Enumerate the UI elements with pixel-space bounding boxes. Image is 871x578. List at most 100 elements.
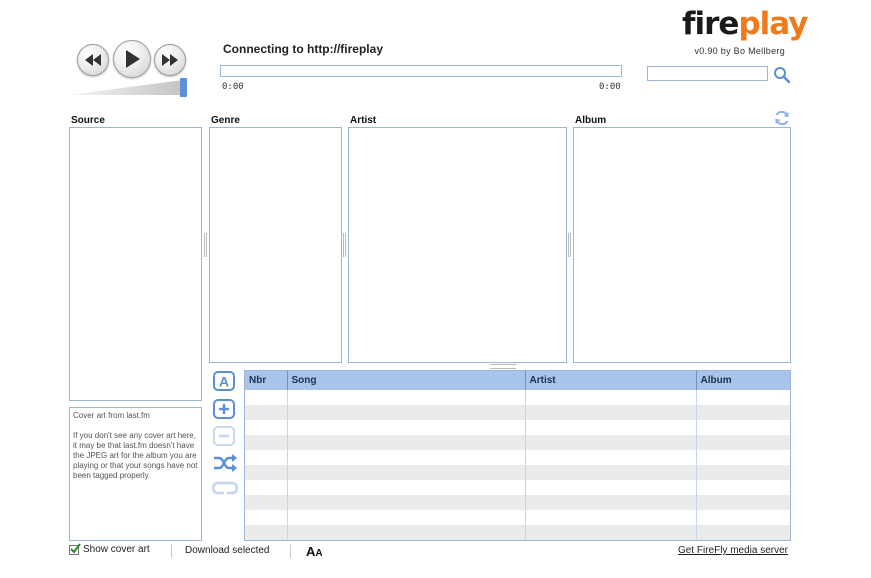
splitter-horizontal[interactable] [490,364,516,369]
logo-play: play [738,6,808,42]
table-cell [525,420,697,435]
splitter-source-genre[interactable] [204,233,207,257]
table-cell [696,420,790,435]
table-cell [525,390,697,405]
table-cell [287,435,526,450]
table-cell [287,495,526,510]
logo-fire: fire [682,6,739,42]
rewind-icon [85,54,101,66]
album-list[interactable] [573,127,791,363]
table-cell [696,405,790,420]
table-cell [245,420,288,435]
volume-thumb[interactable] [180,78,187,97]
table-cell [245,450,288,465]
source-label: Source [71,115,105,126]
table-cell [696,495,790,510]
font-size-large-glyph: A [306,544,316,559]
search-icon [774,67,791,84]
app-logo: fireplay [682,6,808,42]
show-cover-art-toggle[interactable]: Show cover art [69,542,150,555]
checkmark-icon [70,542,81,554]
song-table-grid: Nbr Song Artist Album [245,371,790,540]
table-cell [287,390,526,405]
table-cell [287,405,526,420]
table-cell [696,465,790,480]
cover-art-title: Cover art from last.fm [73,411,150,420]
add-button[interactable] [213,399,235,419]
shuffle-icon [214,454,237,472]
table-cell [287,465,526,480]
table-cell [287,480,526,495]
table-cell [245,510,288,525]
table-cell [287,510,526,525]
font-size-button[interactable]: AA [306,543,323,561]
show-cover-art-checkbox[interactable] [69,542,81,555]
progress-bar[interactable] [220,65,622,77]
genre-list[interactable] [209,127,342,363]
table-cell [696,510,790,525]
song-table-header: Nbr Song Artist Album [245,371,790,390]
shuffle-button[interactable] [212,453,238,473]
footer-divider [171,544,172,558]
source-list[interactable] [69,127,202,401]
play-icon [126,50,140,68]
genre-label: Genre [211,115,240,126]
artist-label: Artist [350,115,377,126]
table-cell [525,405,697,420]
rewind-button[interactable] [77,44,109,76]
search-input[interactable] [647,66,768,81]
table-row[interactable] [245,495,790,510]
get-firefly-link[interactable]: Get FireFly media server [678,545,788,556]
table-row[interactable] [245,510,790,525]
refresh-button[interactable] [773,109,791,127]
fast-forward-icon [162,54,178,66]
table-cell [696,480,790,495]
show-cover-art-label: Show cover art [83,544,150,555]
song-table-body [245,390,790,540]
table-cell [245,495,288,510]
table-cell [245,435,288,450]
remove-button[interactable] [213,426,235,446]
table-cell [696,435,790,450]
cover-art-message: If you don't see any cover art here, it … [73,431,198,480]
table-cell [245,465,288,480]
table-row[interactable] [245,480,790,495]
table-row[interactable] [245,525,790,540]
letter-a-icon: A [213,371,235,391]
play-button[interactable] [113,40,151,78]
table-cell [525,465,697,480]
column-song[interactable]: Song [287,371,526,390]
font-a-button[interactable]: A [213,371,235,391]
splitter-genre-artist[interactable] [343,233,346,257]
table-cell [696,450,790,465]
splitter-artist-album[interactable] [568,233,571,257]
song-table[interactable]: Nbr Song Artist Album [244,370,791,541]
download-selected-link[interactable]: Download selected [185,545,270,556]
table-cell [696,525,790,540]
column-nbr[interactable]: Nbr [245,371,288,390]
table-row[interactable] [245,450,790,465]
table-cell [525,480,697,495]
footer-divider [290,544,291,558]
search-button[interactable] [773,66,791,84]
artist-list[interactable] [348,127,567,363]
table-cell [696,390,790,405]
status-text: Connecting to http://fireplay [223,42,383,56]
column-artist[interactable]: Artist [525,371,697,390]
table-row[interactable] [245,465,790,480]
album-label: Album [575,115,607,126]
table-row[interactable] [245,390,790,405]
table-row[interactable] [245,420,790,435]
table-row[interactable] [245,435,790,450]
table-cell [245,405,288,420]
svg-text:A: A [219,374,229,390]
volume-slider[interactable] [70,78,190,98]
table-cell [287,450,526,465]
table-cell [525,495,697,510]
table-row[interactable] [245,405,790,420]
table-cell [245,525,288,540]
fast-forward-button[interactable] [154,44,186,76]
column-album[interactable]: Album [696,371,790,390]
repeat-button[interactable] [212,478,238,498]
table-cell [525,525,697,540]
